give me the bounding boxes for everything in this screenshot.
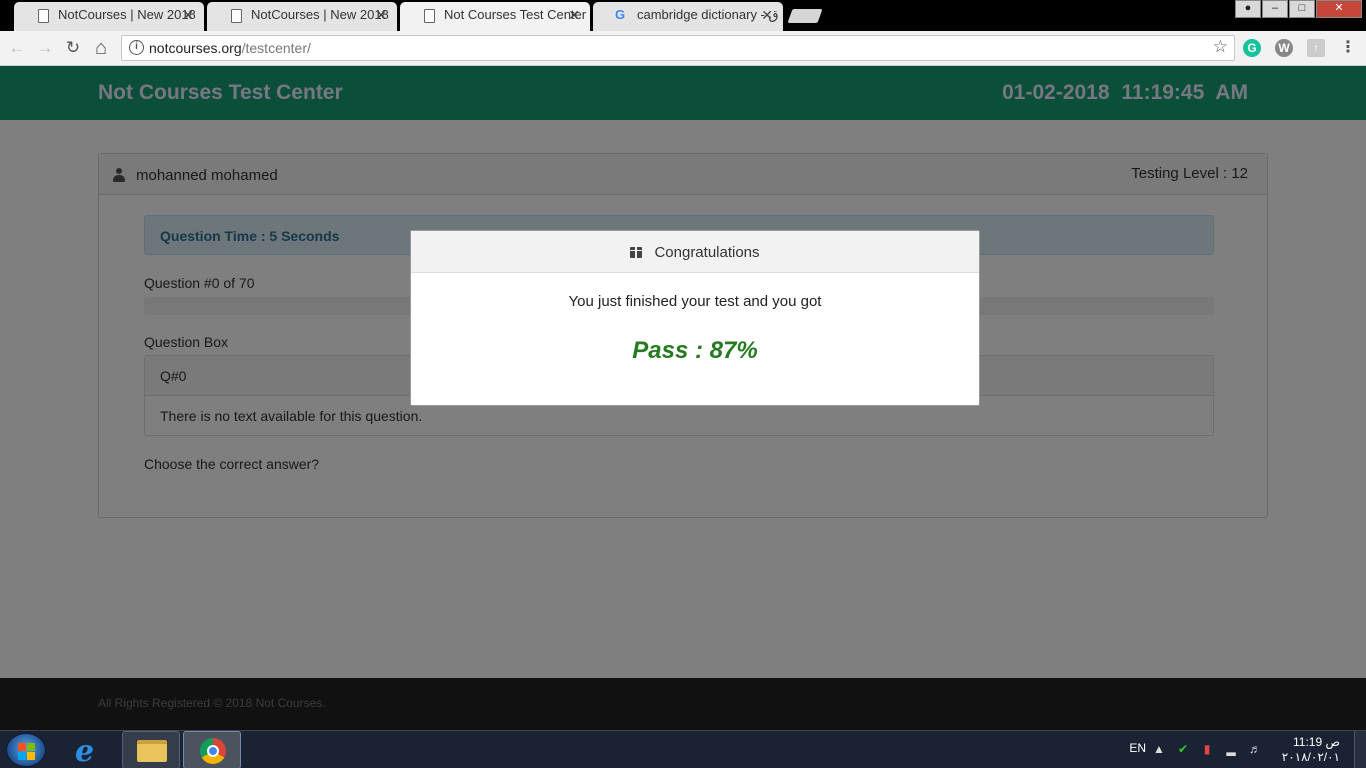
page-icon [231, 9, 242, 23]
chrome-menu-icon[interactable]: ⋮ [1339, 39, 1357, 57]
address-bar[interactable]: i notcourses.org/testcenter/ ☆ [121, 35, 1235, 61]
tab-title: cambridge dictionary - ق [637, 7, 779, 22]
browser-toolbar: ← → ↻ ⌂ i notcourses.org/testcenter/ ☆ G… [0, 31, 1366, 66]
tab-title: NotCourses | New 2018 [251, 7, 389, 22]
close-tab-icon[interactable]: ✕ [182, 2, 194, 28]
tab-test-center[interactable]: Not Courses Test Center ✕ [400, 2, 590, 31]
web-page: Not Courses Test Center 01-02-2018 11:19… [0, 66, 1366, 730]
profile-icon[interactable]: ● [1235, 0, 1261, 18]
home-button[interactable]: ⌂ [90, 37, 112, 59]
close-window-button[interactable]: ✕ [1316, 0, 1362, 18]
file-explorer-taskbar-icon[interactable] [122, 731, 180, 768]
minimize-button[interactable]: – [1262, 0, 1288, 18]
tab-title: Not Courses Test Center [444, 7, 587, 22]
security-check-icon[interactable]: ✔ [1176, 742, 1190, 756]
power-icon[interactable]: ▮ [1200, 742, 1214, 756]
modal-header: Congratulations [411, 231, 979, 273]
window-controls: ● – □ ✕ [1235, 0, 1362, 18]
system-tray: EN ▲ ✔ ▮ ▂ ♬ ص 11:19 ٢٠١٨/٠٢/٠١ [1106, 731, 1366, 768]
modal-title: Congratulations [654, 244, 760, 261]
new-tab-button[interactable] [787, 9, 823, 23]
close-tab-icon[interactable]: ✕ [761, 2, 773, 28]
reload-button[interactable]: ↻ [62, 37, 84, 59]
tab-cambridge-dictionary[interactable]: G cambridge dictionary - ق ✕ [593, 2, 783, 31]
pdf-extension-icon[interactable]: ↑ [1307, 39, 1325, 57]
network-signal-icon[interactable]: ▂ [1224, 742, 1238, 756]
wordpress-extension-icon[interactable]: W [1275, 39, 1293, 57]
chrome-taskbar-icon[interactable] [183, 731, 241, 768]
clock-time: ص 11:19 [1293, 735, 1340, 749]
system-clock[interactable]: ص 11:19 ٢٠١٨/٠٢/٠١ [1270, 735, 1340, 765]
test-result: Pass : 87% [632, 337, 758, 364]
site-info-icon[interactable]: i [129, 40, 144, 55]
close-tab-icon[interactable]: ✕ [568, 2, 580, 28]
result-modal: Congratulations You just finished your t… [410, 230, 980, 406]
url-text[interactable]: notcourses.org/testcenter/ [149, 40, 311, 56]
clock-date: ٢٠١٨/٠٢/٠١ [1281, 750, 1340, 764]
browser-tab-strip: NotCourses | New 2018 ✕ NotCourses | New… [0, 0, 1366, 31]
forward-button[interactable]: → [34, 37, 56, 59]
tab-notcourses-1[interactable]: NotCourses | New 2018 ✕ [14, 2, 204, 31]
modal-message: You just finished your test and you got [568, 293, 822, 310]
bookmark-star-icon[interactable]: ☆ [1213, 37, 1228, 57]
tab-notcourses-2[interactable]: NotCourses | New 2018 ✕ [207, 2, 397, 31]
windows-taskbar: e EN ▲ ✔ ▮ ▂ ♬ ص 11:19 ٢٠١٨/٠٢/٠١ [0, 730, 1366, 768]
google-icon: G [615, 7, 626, 22]
url-domain: notcourses.org [149, 40, 242, 56]
page-icon [424, 9, 435, 23]
close-tab-icon[interactable]: ✕ [375, 2, 387, 28]
maximize-button[interactable]: □ [1289, 0, 1315, 18]
back-button[interactable]: ← [6, 37, 28, 59]
url-path: /testcenter/ [241, 40, 311, 56]
tab-title: NotCourses | New 2018 [58, 7, 196, 22]
grammarly-extension-icon[interactable]: G [1243, 39, 1261, 57]
volume-icon[interactable]: ♬ [1248, 742, 1262, 756]
show-desktop-button[interactable] [1354, 731, 1366, 768]
gift-icon [629, 246, 644, 258]
start-button[interactable] [6, 733, 46, 767]
show-hidden-icons-icon[interactable]: ▲ [1152, 742, 1166, 756]
language-indicator[interactable]: EN [1129, 741, 1146, 755]
page-icon [38, 9, 49, 23]
internet-explorer-taskbar-icon[interactable]: e [61, 731, 119, 768]
